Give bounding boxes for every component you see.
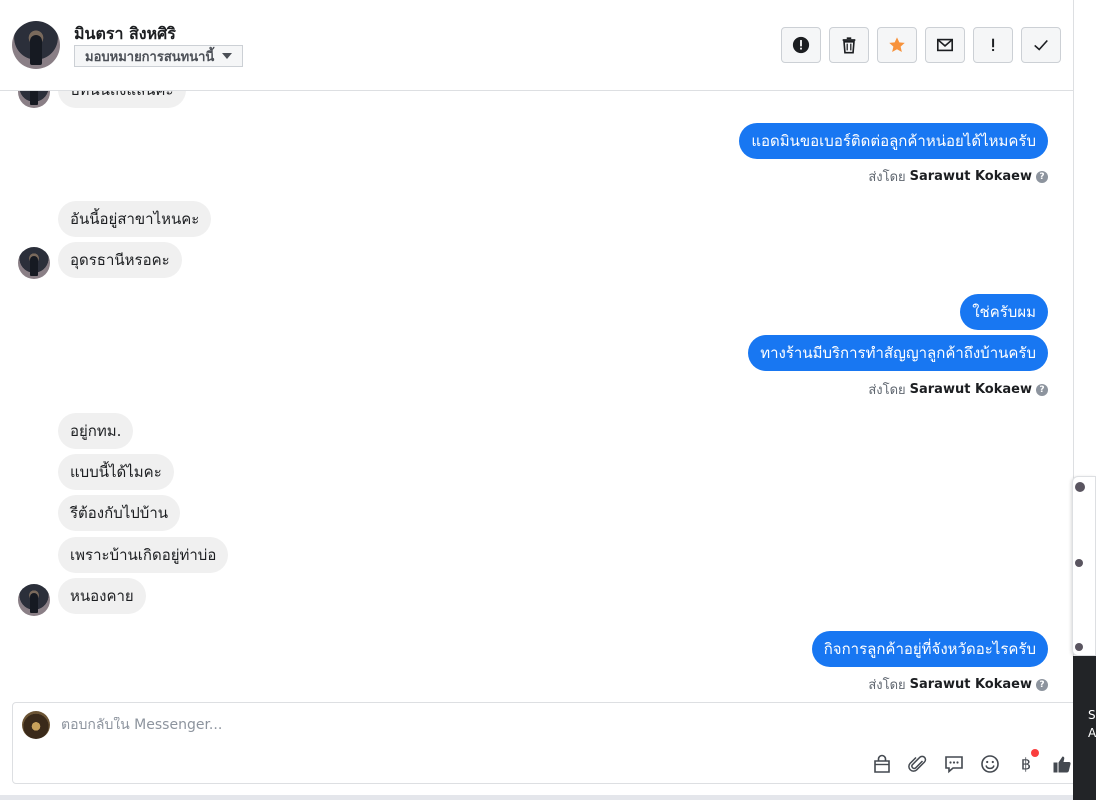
paperclip-icon [908, 755, 927, 772]
incoming-message: อยู่กทม. [58, 413, 134, 449]
bag-icon [874, 754, 890, 773]
popup-text: A [1088, 726, 1096, 740]
baht-icon: ฿ [1021, 755, 1031, 774]
outgoing-message: ใช่ครับผม [960, 294, 1048, 330]
popup-text: S [1088, 708, 1096, 722]
assign-label: มอบหมายการสนทนานี้ [85, 49, 215, 65]
incoming-message: แบบนี้ได้ไมคะ [58, 454, 174, 490]
sent-by-prefix: ส่งโดย [868, 383, 906, 398]
contact-name[interactable]: มินตรา สิงหศิริ [74, 22, 176, 47]
saved-reply-icon [945, 756, 963, 774]
assign-conversation-dropdown[interactable]: มอบหมายการสนทนานี้ [74, 45, 244, 67]
thumbs-up-icon [1053, 756, 1071, 773]
message-thread[interactable]: บทนนถงแลนคะ แอดมินขอเบอร์ติดต่อลูกค้าหน่… [0, 91, 1073, 701]
reply-input[interactable] [61, 717, 861, 733]
help-icon[interactable]: ? [1036, 678, 1048, 691]
send-like-button[interactable] [1051, 753, 1073, 775]
check-icon [1034, 39, 1048, 51]
spam-icon [792, 36, 810, 54]
notification-dot [1031, 749, 1039, 757]
caret-down-icon [222, 53, 233, 59]
conversation-header: มินตรา สิงหศิริ มอบหมายการสนทนานี้ [0, 0, 1073, 91]
follow-up-button[interactable] [973, 27, 1013, 63]
star-button[interactable] [877, 27, 917, 63]
envelope-icon [936, 38, 954, 52]
incoming-message: รีต้องกับไปบ้าน [58, 495, 180, 531]
outgoing-message: กิจการลูกค้าอยู่ที่จังหวัดอะไรครับ [811, 631, 1048, 667]
outgoing-message: ทางร้านมีบริการทำสัญญาลูกค้าถึงบ้านครับ [748, 335, 1048, 371]
incoming-message: หนองคาย [58, 578, 146, 614]
delete-button[interactable] [829, 27, 869, 63]
emoji-icon [981, 755, 999, 773]
mark-done-button[interactable] [1021, 27, 1061, 63]
exclamation-icon [992, 38, 995, 52]
outgoing-message: แอดมินขอเบอร์ติดต่อลูกค้าหน่อยได้ไหมครับ [739, 123, 1048, 159]
incoming-message: อุดรธานีหรอคะ [58, 242, 182, 278]
mark-spam-button[interactable] [781, 27, 821, 63]
attach-file-button[interactable] [907, 753, 929, 775]
bottom-border [0, 795, 1073, 800]
contact-avatar-small [18, 584, 50, 616]
star-icon [889, 37, 905, 53]
contact-avatar[interactable] [12, 21, 60, 69]
reply-composer: ฿ [12, 702, 1078, 784]
sent-by-prefix: ส่งโดย [868, 170, 906, 185]
preview-avatar [1075, 559, 1083, 567]
help-icon[interactable]: ? [1036, 383, 1048, 396]
sent-by-label: ส่งโดย Sarawut Kokaew ? [868, 379, 1048, 400]
incoming-message: บทนนถงแลนคะ [58, 91, 186, 108]
sent-by-prefix: ส่งโดย [868, 678, 906, 693]
sent-by-label: ส่งโดย Sarawut Kokaew ? [868, 674, 1048, 695]
shop-button[interactable] [871, 753, 893, 775]
sender-name: Sarawut Kokaew [909, 169, 1032, 184]
dark-popup-edge: S A [1073, 656, 1096, 800]
trash-icon [842, 37, 856, 54]
incoming-message: เพราะบ้านเกิดอยู่ท่าบ่อ [58, 537, 229, 573]
sender-name: Sarawut Kokaew [909, 677, 1032, 692]
help-icon[interactable]: ? [1036, 170, 1048, 183]
contact-avatar-small [18, 247, 50, 279]
conversation-toolbar [781, 27, 1061, 63]
mark-unread-button[interactable] [925, 27, 965, 63]
payment-button[interactable]: ฿ [1015, 749, 1039, 775]
emoji-button[interactable] [979, 753, 1001, 775]
incoming-message: อันนี้อยู่สาขาไหนคะ [58, 201, 212, 237]
page-avatar [22, 711, 50, 739]
preview-avatar [1075, 643, 1083, 651]
inbox-conversation-view: มินตรา สิงหศิริ มอบหมายการสนทนานี้ แอดมิ… [0, 0, 1096, 800]
minimized-chat-preview[interactable] [1072, 476, 1096, 656]
sender-name: Sarawut Kokaew [909, 382, 1032, 397]
contact-avatar-small [18, 91, 50, 108]
saved-replies-button[interactable] [943, 753, 965, 775]
composer-toolbar: ฿ [871, 749, 1073, 775]
preview-avatar [1075, 482, 1085, 492]
svg-text:฿: ฿ [1021, 755, 1031, 774]
sent-by-label: ส่งโดย Sarawut Kokaew ? [868, 166, 1048, 187]
